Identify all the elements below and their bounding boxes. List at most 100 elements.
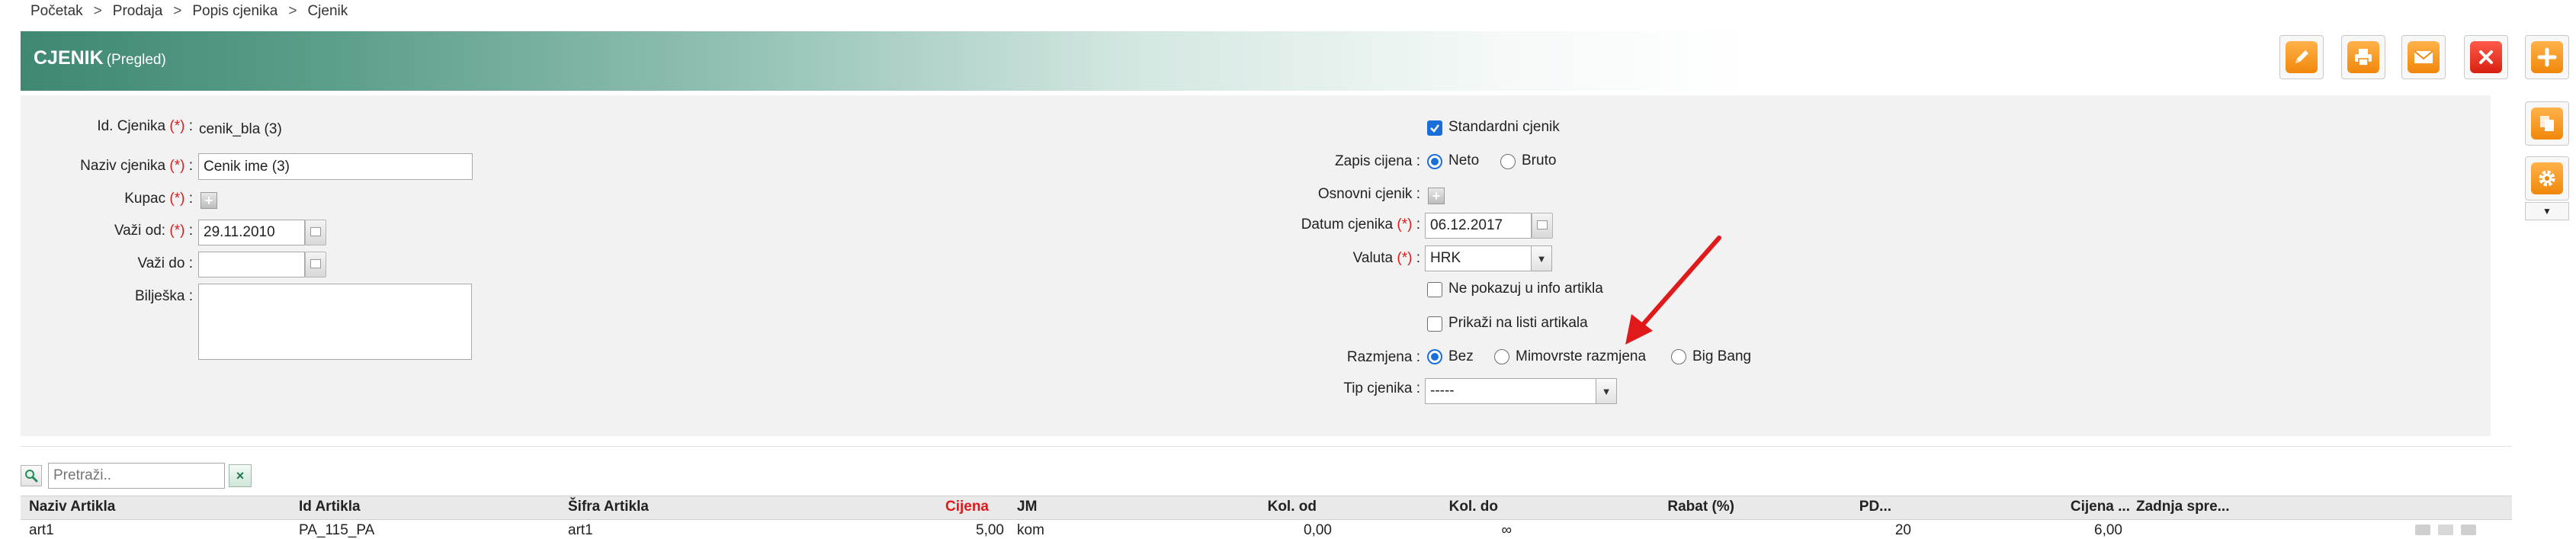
- col-kol-do[interactable]: Kol. do: [1449, 499, 1498, 515]
- razmjena-label: Razmjena :: [1346, 349, 1420, 365]
- calendar-icon[interactable]: [1532, 213, 1553, 239]
- zapis-bruto-label: Bruto: [1522, 152, 1557, 168]
- breadcrumb-separator: >: [173, 3, 182, 19]
- page-title-text: CJENIK: [34, 47, 104, 69]
- razmjena-mimovrste-label: Mimovrste razmjena: [1516, 348, 1647, 364]
- prikazi-checkbox[interactable]: [1427, 316, 1442, 332]
- biljeska-textarea[interactable]: [198, 284, 472, 360]
- table-cell: kom: [1017, 522, 1044, 538]
- kupac-label: Kupac (*) :: [124, 191, 193, 207]
- annotation-arrow: [1625, 236, 1721, 345]
- email-button[interactable]: [2401, 35, 2446, 79]
- copy-button[interactable]: [2525, 101, 2569, 146]
- divider: [21, 446, 2512, 447]
- razmjena-bez-radio[interactable]: [1427, 349, 1442, 364]
- col-kol-od[interactable]: Kol. od: [1268, 499, 1317, 515]
- zapis-neto-radio[interactable]: [1427, 154, 1442, 169]
- breadcrumb-home[interactable]: Početak: [30, 3, 83, 19]
- breadcrumb-separator: >: [93, 3, 102, 19]
- settings-button[interactable]: [2525, 156, 2569, 201]
- col-pdv[interactable]: PD...: [1859, 499, 1891, 515]
- print-button[interactable]: [2341, 35, 2385, 79]
- breadcrumb: Početak > Prodaja > Popis cjenika > Cjenik: [30, 3, 348, 20]
- vazi-od-input[interactable]: 29.11.2010: [198, 220, 305, 245]
- col-rabat[interactable]: Rabat (%): [1667, 499, 1734, 515]
- valuta-select[interactable]: HRK ▼: [1425, 245, 1552, 271]
- page-title: CJENIK (Pregled): [34, 47, 166, 69]
- table-cell: 0,00: [1304, 522, 1332, 538]
- biljeska-label: Bilješka :: [134, 288, 193, 304]
- search-icon[interactable]: [21, 465, 42, 486]
- table-cell: 6,00: [2094, 522, 2122, 538]
- delete-button[interactable]: [2464, 35, 2508, 79]
- razmjena-bigbang-label: Big Bang: [1692, 348, 1752, 364]
- calendar-icon[interactable]: [305, 252, 326, 278]
- kupac-add-icon[interactable]: +: [200, 192, 217, 209]
- tip-label: Tip cjenika :: [1343, 380, 1420, 396]
- pencil-icon: [2286, 41, 2318, 73]
- ne-pokazuj-label: Ne pokazuj u info artikla: [1448, 281, 1603, 297]
- ne-pokazuj-checkbox[interactable]: [1427, 282, 1442, 297]
- osnovni-add-icon[interactable]: +: [1428, 188, 1445, 204]
- chevron-down-icon: ▼: [1596, 379, 1616, 403]
- more-actions-dropdown[interactable]: ▼: [2525, 202, 2569, 220]
- chevron-down-icon: ▼: [2542, 206, 2552, 217]
- standardni-checkbox[interactable]: [1427, 120, 1442, 136]
- datum-input[interactable]: 06.12.2017: [1425, 213, 1532, 239]
- zapis-label: Zapis cijena :: [1335, 153, 1420, 169]
- chevron-down-icon: ▼: [1531, 246, 1551, 271]
- breadcrumb-prodaja[interactable]: Prodaja: [113, 3, 163, 19]
- id-label: Id. Cjenika (*) :: [97, 118, 193, 134]
- col-sifra-artikla[interactable]: Šifra Artikla: [568, 499, 649, 515]
- page-subtitle: (Pregled): [106, 52, 166, 68]
- naziv-input[interactable]: Cenik ime (3): [198, 153, 473, 180]
- table-cell: 20: [1894, 522, 1911, 538]
- clear-search-button[interactable]: ×: [229, 464, 252, 487]
- table-cell: art1: [568, 522, 593, 538]
- envelope-icon: [2408, 41, 2440, 73]
- naziv-label: Naziv cjenika (*) :: [80, 158, 193, 174]
- breadcrumb-separator: >: [288, 3, 297, 19]
- valuta-label: Valuta (*) :: [1352, 250, 1420, 266]
- close-icon: [2470, 41, 2502, 73]
- zapis-neto-label: Neto: [1448, 152, 1480, 168]
- razmjena-mimovrste-radio[interactable]: [1494, 349, 1509, 364]
- copy-icon: [2531, 107, 2563, 140]
- col-naziv-artikla[interactable]: Naziv Artikla: [29, 499, 115, 515]
- form-panel: [21, 95, 2491, 436]
- printer-icon: [2347, 41, 2379, 73]
- calendar-icon[interactable]: [305, 220, 326, 245]
- gear-icon: [2531, 162, 2563, 194]
- vazi-do-input[interactable]: [198, 252, 305, 278]
- zapis-bruto-radio[interactable]: [1500, 154, 1516, 169]
- table-cell: art1: [29, 522, 54, 538]
- search-input[interactable]: [48, 463, 225, 489]
- table-cell: PA_115_PA: [299, 522, 375, 538]
- add-button[interactable]: [2525, 35, 2569, 79]
- col-zadnja-promjena[interactable]: Zadnja spre...: [2136, 499, 2229, 515]
- standardni-label: Standardni cjenik: [1448, 119, 1560, 135]
- razmjena-bigbang-radio[interactable]: [1671, 349, 1686, 364]
- col-cijena-pdv[interactable]: Cijena ...: [2071, 499, 2130, 515]
- razmjena-bez-label: Bez: [1448, 348, 1474, 364]
- vazi-do-label: Važi do :: [137, 255, 193, 271]
- col-cijena[interactable]: Cijena: [945, 499, 989, 515]
- id-value: cenik_bla (3): [199, 121, 282, 137]
- prikazi-label: Prikaži na listi artikala: [1448, 315, 1588, 331]
- col-id-artikla[interactable]: Id Artikla: [299, 499, 361, 515]
- datum-label: Datum cjenika (*) :: [1301, 217, 1420, 233]
- tip-value: -----: [1430, 383, 1455, 399]
- plus-icon: [2531, 41, 2563, 73]
- vazi-od-label: Važi od: (*) :: [114, 223, 193, 239]
- breadcrumb-popis-cjenika[interactable]: Popis cjenika: [192, 3, 277, 19]
- valuta-value: HRK: [1430, 250, 1461, 266]
- edit-button[interactable]: [2279, 35, 2324, 79]
- col-jm[interactable]: JM: [1017, 499, 1037, 515]
- osnovni-label: Osnovni cjenik :: [1317, 186, 1420, 202]
- breadcrumb-current: Cjenik: [307, 3, 348, 19]
- table-cell: 5,00: [976, 522, 1004, 538]
- tip-select[interactable]: ----- ▼: [1425, 378, 1617, 404]
- check-icon: [1430, 124, 1439, 133]
- header-band: [21, 31, 2491, 91]
- table-cell: ∞: [1501, 522, 1512, 538]
